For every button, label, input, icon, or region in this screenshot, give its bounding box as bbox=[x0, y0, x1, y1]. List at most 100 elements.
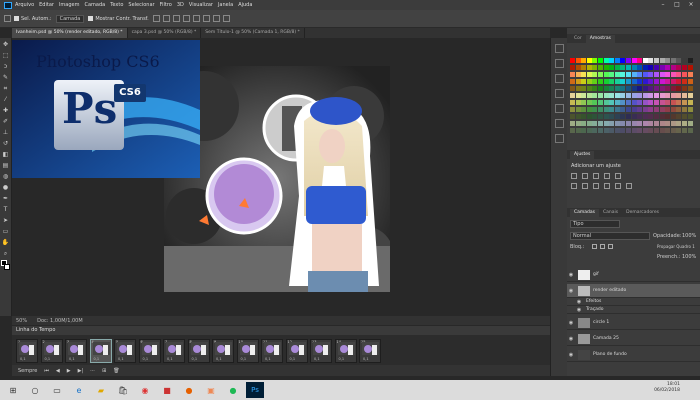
color-swatch[interactable] bbox=[654, 128, 659, 133]
color-swatch[interactable] bbox=[592, 79, 598, 84]
color-swatch-icon[interactable] bbox=[1, 260, 10, 274]
color-swatch[interactable] bbox=[648, 114, 654, 119]
color-swatch[interactable] bbox=[648, 86, 654, 91]
color-swatch[interactable] bbox=[631, 107, 637, 112]
prev-frame-icon[interactable]: ◀ bbox=[56, 368, 60, 374]
color-swatch[interactable] bbox=[687, 114, 693, 119]
menu-item-arquivo[interactable]: Arquivo bbox=[15, 2, 34, 8]
zoom-icon[interactable]: ⌕ bbox=[1, 249, 10, 258]
zoom-level[interactable]: 50% bbox=[16, 318, 27, 324]
color-swatch[interactable] bbox=[637, 128, 643, 133]
lock-position-icon[interactable] bbox=[600, 244, 605, 249]
start-icon[interactable]: ⊞ bbox=[4, 382, 22, 398]
align-bottom-icon[interactable] bbox=[172, 15, 180, 22]
search-icon[interactable]: ○ bbox=[26, 382, 44, 398]
color-swatch[interactable] bbox=[575, 93, 581, 98]
layer-circle-1[interactable]: ◉ circle 1 bbox=[567, 316, 700, 330]
firefox-icon[interactable]: ● bbox=[180, 382, 198, 398]
tab-camadas[interactable]: Camadas bbox=[570, 209, 599, 217]
color-swatch[interactable] bbox=[586, 100, 592, 105]
frame-duration[interactable]: 0,1 bbox=[94, 357, 100, 361]
color-swatch[interactable] bbox=[603, 100, 609, 105]
color-swatch[interactable] bbox=[687, 107, 693, 112]
color-swatch[interactable] bbox=[654, 58, 659, 63]
color-swatch[interactable] bbox=[581, 72, 587, 77]
layer-render-editado[interactable]: ◉ render editado bbox=[567, 284, 700, 298]
color-swatch[interactable] bbox=[665, 107, 671, 112]
move-icon[interactable]: ✥ bbox=[1, 40, 10, 49]
stamp-icon[interactable]: ⊥ bbox=[1, 128, 10, 137]
loop-dropdown[interactable]: Sempre bbox=[18, 368, 37, 374]
lookup-icon[interactable] bbox=[626, 183, 632, 189]
color-swatch[interactable] bbox=[609, 79, 615, 84]
timeline-frame[interactable]: 110,1 bbox=[261, 339, 283, 363]
eraser-icon[interactable]: ◧ bbox=[1, 150, 10, 159]
frame-duration[interactable]: 0,1 bbox=[339, 357, 345, 361]
color-swatch[interactable] bbox=[620, 65, 626, 70]
quick-select-icon[interactable]: ✎ bbox=[1, 73, 10, 82]
color-swatch[interactable] bbox=[620, 86, 626, 91]
character-icon[interactable] bbox=[554, 74, 564, 83]
color-swatch[interactable] bbox=[631, 86, 637, 91]
color-swatch[interactable] bbox=[682, 128, 687, 133]
play-icon[interactable]: ▶ bbox=[67, 368, 71, 374]
color-swatch[interactable] bbox=[687, 79, 693, 84]
color-swatch[interactable] bbox=[614, 114, 620, 119]
color-swatch[interactable] bbox=[598, 72, 603, 77]
color-swatch[interactable] bbox=[570, 93, 575, 98]
color-swatch[interactable] bbox=[614, 79, 620, 84]
color-swatch[interactable] bbox=[626, 100, 631, 105]
color-swatch[interactable] bbox=[581, 121, 587, 126]
timeline-frame[interactable]: 70,1 bbox=[163, 339, 185, 363]
color-swatch[interactable] bbox=[570, 100, 575, 105]
color-swatch[interactable] bbox=[575, 86, 581, 91]
align-top-icon[interactable] bbox=[152, 15, 160, 22]
spotify-icon[interactable]: ● bbox=[224, 382, 242, 398]
layer-camada-25[interactable]: ◉ Camada 25 bbox=[567, 332, 700, 346]
align-center-icon[interactable] bbox=[192, 15, 200, 22]
color-swatch[interactable] bbox=[642, 114, 648, 119]
dodge-icon[interactable]: ● bbox=[1, 183, 10, 192]
color-swatch[interactable] bbox=[654, 114, 659, 119]
color-balance-icon[interactable] bbox=[582, 183, 588, 189]
menu-item-editar[interactable]: Editar bbox=[39, 2, 54, 8]
color-swatch[interactable] bbox=[626, 121, 631, 126]
color-swatch[interactable] bbox=[665, 93, 671, 98]
color-swatch[interactable] bbox=[614, 86, 620, 91]
color-swatch[interactable] bbox=[642, 128, 648, 133]
color-swatch[interactable] bbox=[637, 79, 643, 84]
color-swatch[interactable] bbox=[637, 72, 643, 77]
tab-amostras[interactable]: Amostras bbox=[585, 35, 616, 43]
color-swatch[interactable] bbox=[682, 72, 687, 77]
task-view-icon[interactable]: ▭ bbox=[48, 382, 66, 398]
color-swatch[interactable] bbox=[682, 107, 687, 112]
visibility-eye-icon[interactable]: ◉ bbox=[567, 288, 575, 294]
color-swatch[interactable] bbox=[575, 79, 581, 84]
color-swatch[interactable] bbox=[670, 100, 676, 105]
color-swatch[interactable] bbox=[598, 86, 603, 91]
color-swatch[interactable] bbox=[614, 128, 620, 133]
color-swatch[interactable] bbox=[570, 107, 575, 112]
color-swatch[interactable] bbox=[642, 93, 648, 98]
color-swatch[interactable] bbox=[614, 65, 620, 70]
color-swatch[interactable] bbox=[586, 107, 592, 112]
visibility-eye-icon[interactable]: ◉ bbox=[567, 320, 575, 326]
exposure-icon[interactable] bbox=[604, 173, 610, 179]
color-swatch[interactable] bbox=[682, 100, 687, 105]
color-swatch[interactable] bbox=[659, 93, 665, 98]
tab-sem-titulo-1[interactable]: Sem Título-1 @ 50% (Camada 1, RGB/8) * bbox=[201, 28, 305, 38]
color-swatch[interactable] bbox=[687, 86, 693, 91]
timeline-frame[interactable]: 50,1 bbox=[114, 339, 136, 363]
eyedropper-icon[interactable]: ⁄ bbox=[1, 95, 10, 104]
color-swatch[interactable] bbox=[687, 58, 693, 63]
color-swatch[interactable] bbox=[575, 114, 581, 119]
tab-ivanheim[interactable]: Ivanheim.psd @ 50% (render editado, RGB/… bbox=[12, 28, 128, 38]
color-swatch[interactable] bbox=[603, 114, 609, 119]
color-swatch[interactable] bbox=[631, 128, 637, 133]
layer-effects[interactable]: ◉ Efeitos bbox=[567, 298, 700, 306]
color-swatch[interactable] bbox=[654, 65, 659, 70]
color-swatch[interactable] bbox=[648, 79, 654, 84]
menu-item-3d[interactable]: 3D bbox=[177, 2, 184, 8]
color-swatch[interactable] bbox=[670, 128, 676, 133]
color-swatch[interactable] bbox=[575, 58, 581, 63]
